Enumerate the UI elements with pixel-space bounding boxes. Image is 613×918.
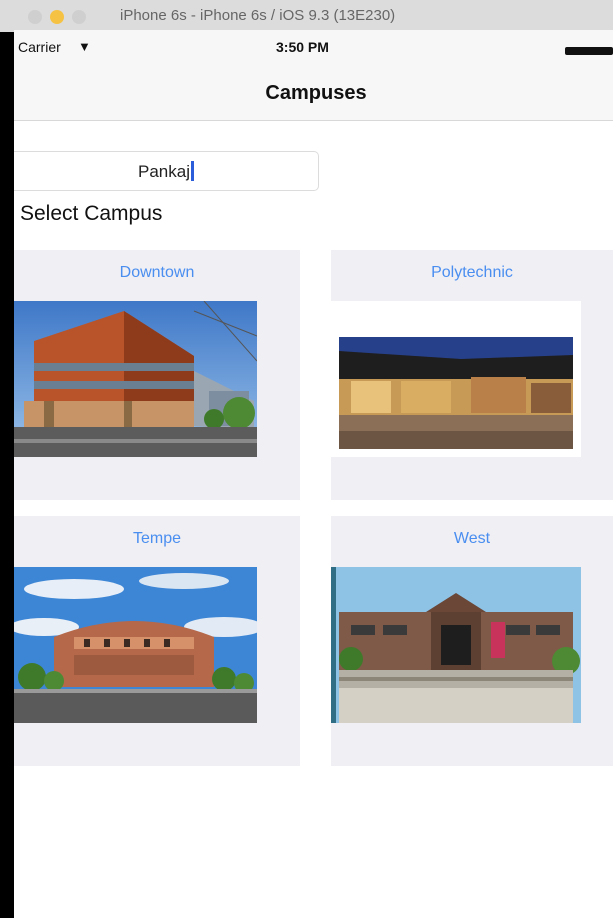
window-minimize-button[interactable] <box>50 10 64 24</box>
simulator-title: iPhone 6s - iPhone 6s / iOS 9.3 (13E230) <box>120 7 396 24</box>
battery-icon <box>565 47 613 55</box>
window-zoom-button[interactable] <box>72 10 86 24</box>
campus-photo-west[interactable] <box>331 567 581 723</box>
status-bar: Carrier ▼ 3:50 PM <box>14 30 613 68</box>
status-time: 3:50 PM <box>276 39 329 55</box>
name-input-value: Pankaj <box>138 162 190 181</box>
campus-name-downtown: Downtown <box>119 264 195 281</box>
campus-name-polytechnic: Polytechnic <box>431 264 513 281</box>
phone-screen: Carrier ▼ 3:50 PM Campuses Pankaj Select… <box>14 30 613 918</box>
campus-card-polytechnic[interactable]: Polytechnic <box>331 250 613 500</box>
name-input[interactable]: Pankaj <box>14 151 319 191</box>
campus-card-downtown[interactable]: Downtown <box>14 250 300 500</box>
wifi-icon: ▼ <box>78 39 91 54</box>
select-campus-label: Select Campus <box>20 202 163 225</box>
campus-photo-tempe[interactable] <box>14 567 257 723</box>
campus-name-west: West <box>453 530 491 547</box>
campus-card-west[interactable]: West <box>331 516 613 766</box>
page-title: Campuses <box>265 82 367 104</box>
carrier-label: Carrier <box>18 39 61 55</box>
campus-photo-polytechnic[interactable] <box>331 301 581 457</box>
window-close-button[interactable] <box>28 10 42 24</box>
navigation-bar: Campuses <box>14 68 613 121</box>
text-cursor <box>190 161 194 181</box>
campus-photo-downtown[interactable] <box>14 301 257 457</box>
simulator-title-bar: iPhone 6s - iPhone 6s / iOS 9.3 (13E230) <box>0 0 613 32</box>
campus-card-tempe[interactable]: Tempe <box>14 516 300 766</box>
campus-name-tempe: Tempe <box>132 530 182 547</box>
